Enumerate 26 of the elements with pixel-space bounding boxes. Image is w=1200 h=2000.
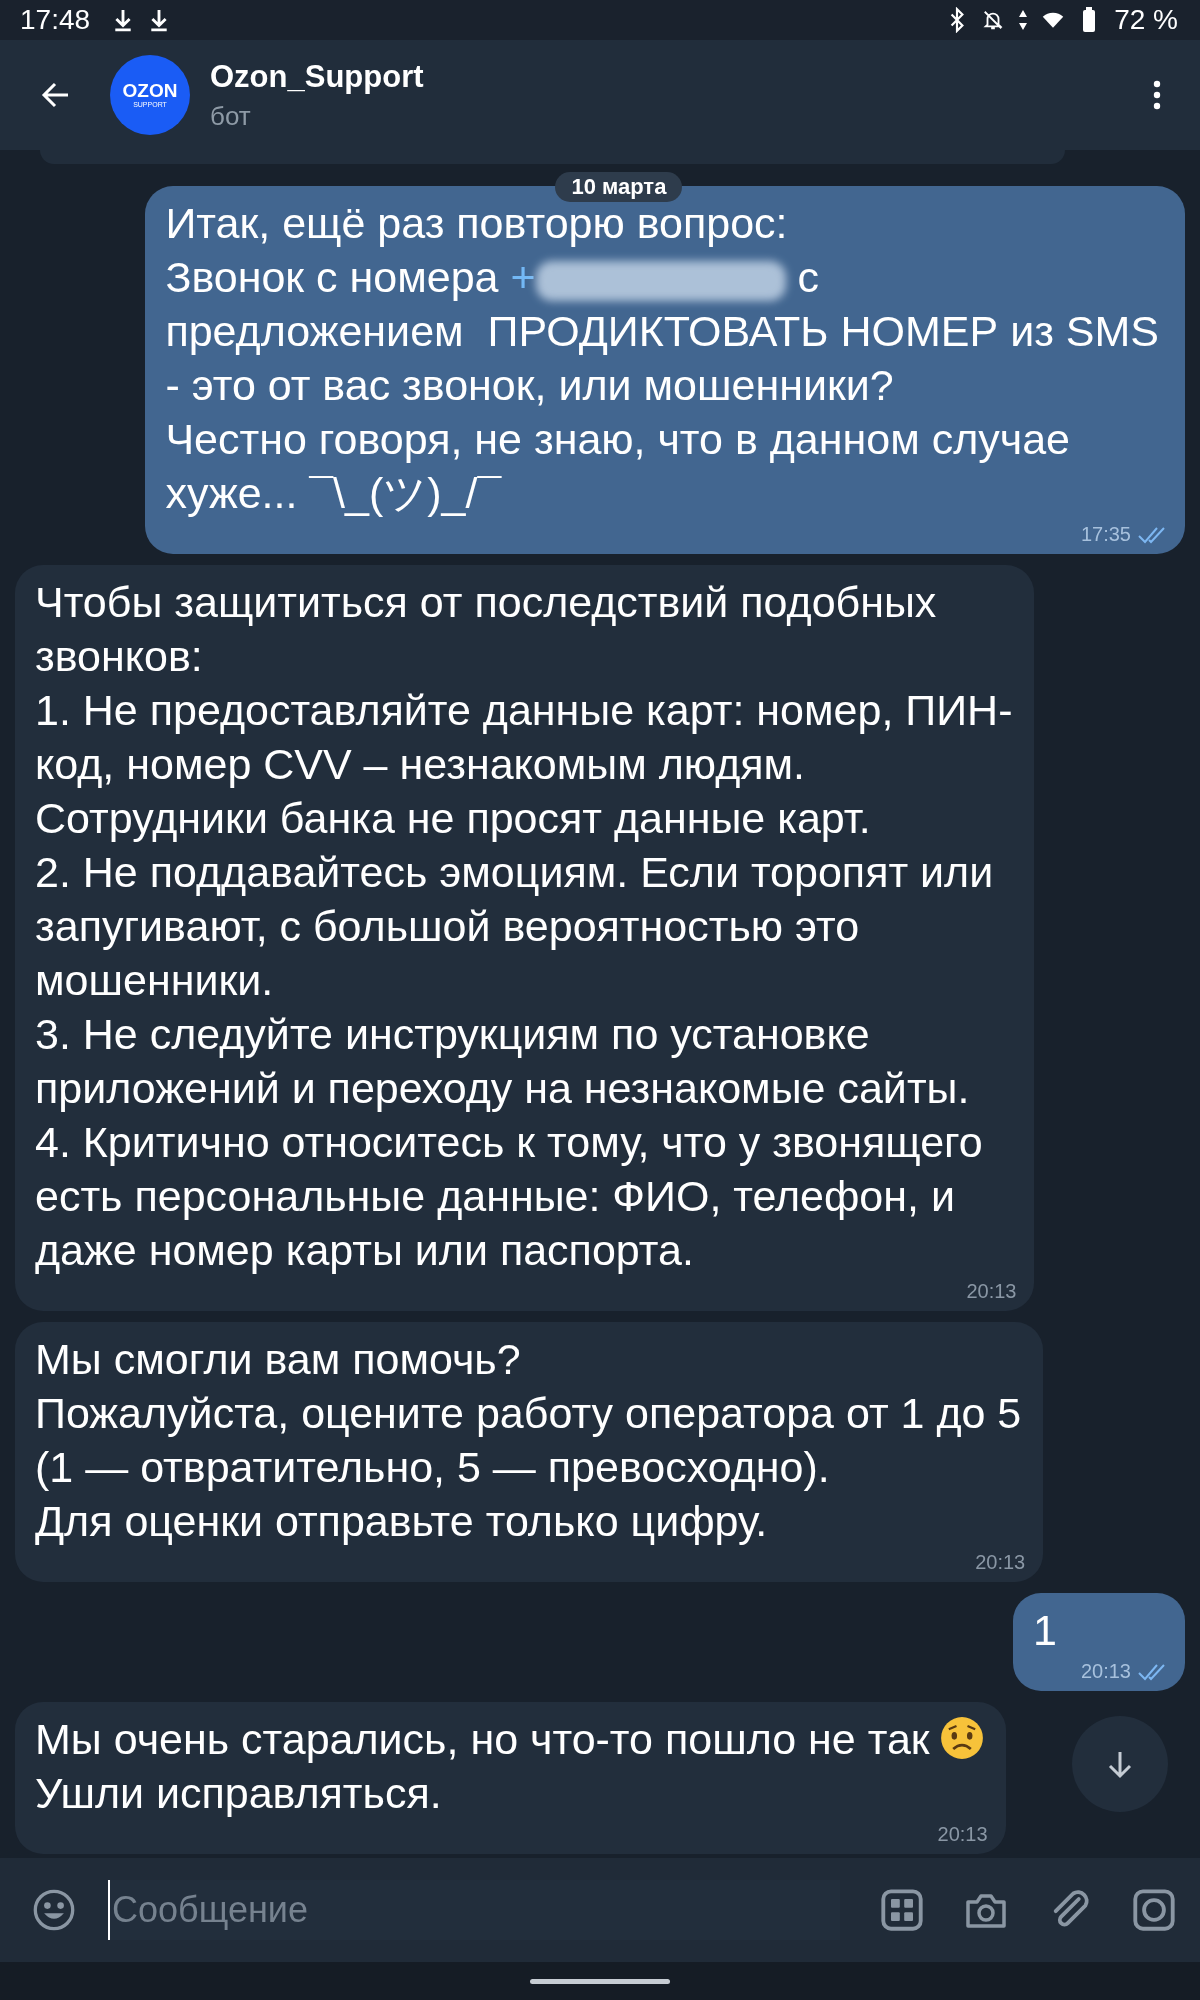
grid-icon[interactable]: [880, 1888, 924, 1932]
message-time: 20:13: [966, 1280, 1017, 1303]
double-check-icon: [1137, 1662, 1167, 1681]
clock: 17:48: [20, 4, 91, 36]
message-text: Итак, ещё раз повторю вопрос: Звонок с номера + с предложением ПРОДИКТОВАТЬ НОМЕР из SMS - это от вас звонок, или мошенники? Честно говоря, не знаю, что в данном случае хуже... ¯\_(ツ)_/¯: [165, 199, 1159, 519]
message-field[interactable]: Сообщение: [108, 1880, 840, 1940]
date-badge: 10 марта: [555, 172, 683, 202]
more-icon[interactable]: [1152, 79, 1162, 111]
message-time: 20:13: [1080, 1660, 1131, 1683]
message-text: Мы очень старались, но что-то пошло не так: [35, 1712, 984, 1766]
chat-subtitle: бот: [210, 100, 252, 132]
message-text: Ушли исправляться.: [35, 1768, 443, 1819]
chat-title: Ozon_Support: [210, 58, 425, 95]
video-message-icon[interactable]: [1132, 1888, 1176, 1932]
message-text: Мы смогли вам помочь? Пожалуйста, оцените работу оператора от 1 до 5 (1 — отвратительно, 5 — превосходно). Для оценки отправьте только цифру.: [35, 1334, 1022, 1547]
worried-face-icon: [939, 1716, 984, 1760]
smiley-icon[interactable]: [32, 1888, 76, 1932]
phone-link[interactable]: +: [510, 253, 536, 301]
message-time: 20:13: [937, 1823, 988, 1846]
home-handle[interactable]: [530, 1978, 670, 1984]
message-text: 1: [1033, 1605, 1058, 1656]
message-text: Чтобы защититься от последствий подобных звонков: 1. Не предоставляйте данные карт: номер, ПИН- код, номер CVV – незнакомым людям. Сотрудники банка не просят данные карт. 2. Не поддавайтесь эмоциям. Если торопят или запугивают, с большой вероятностью это мошенники. 3. Не следуйте инструкциям по установке приложений и переходу на незнакомые сайты. 4. Критично относитесь к тому, что у звонящего есть персональные данные: ФИО, телефон, и даже номер карты или паспорта.: [35, 577, 1013, 1276]
message-time: 20:13: [975, 1551, 1026, 1574]
battery-percent: 72 %: [1114, 4, 1178, 36]
message-time: 17:35: [1080, 523, 1131, 546]
double-check-icon: [1137, 525, 1167, 544]
